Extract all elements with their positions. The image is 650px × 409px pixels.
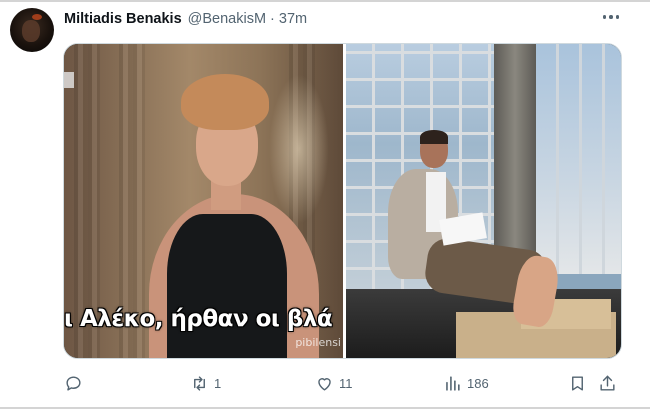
figure-dress [167,214,287,358]
author-name[interactable]: Miltiadis Benakis [64,11,182,27]
bar-chart-icon [446,375,460,391]
retweet-button[interactable]: 1 [190,372,221,394]
more-horizontal-icon[interactable] [598,6,624,28]
lamp-glow [269,74,329,224]
share-button[interactable] [598,372,617,394]
heart-icon [318,377,331,391]
meme-caption: ι Αλέκο, ήρθαν οι βλά [64,306,333,332]
window-right [536,44,621,274]
media-image-right[interactable] [346,44,621,358]
reply-button[interactable] [64,372,88,394]
view-count: 186 [467,375,489,391]
bookmark-icon [572,375,583,391]
top-border [0,0,650,2]
more-dot [615,15,620,19]
tweet-media[interactable]: ι Αλέκο, ήρθαν οι βλά pibilensi [63,43,622,359]
bookmark-button[interactable] [568,372,587,394]
separator-dot: · [270,11,275,27]
more-dot [602,15,607,19]
media-tag [64,72,74,88]
media-image-left[interactable]: ι Αλέκο, ήρθαν οι βλά pibilensi [64,44,343,358]
views-button[interactable]: 186 [443,372,489,394]
man-hair [420,130,448,144]
media-watermark: pibilensi [295,336,341,349]
like-count: 11 [339,375,353,391]
avatar-detail [32,14,42,20]
avatar-face [22,20,40,42]
figure-hair [181,74,269,130]
reply-icon [66,375,81,391]
tweet-timestamp[interactable]: 37m [279,11,307,27]
like-button[interactable]: 11 [315,372,353,394]
retweet-count: 1 [214,375,222,391]
author-handle[interactable]: @BenakisM [188,11,266,27]
more-dot [609,15,613,19]
share-icon [600,375,615,391]
tweet-header: Miltiadis Benakis @BenakisM · 37m [64,10,307,28]
tweet-actions: 1 11 186 [0,368,650,398]
retweet-icon [194,375,205,391]
avatar[interactable] [10,8,54,52]
